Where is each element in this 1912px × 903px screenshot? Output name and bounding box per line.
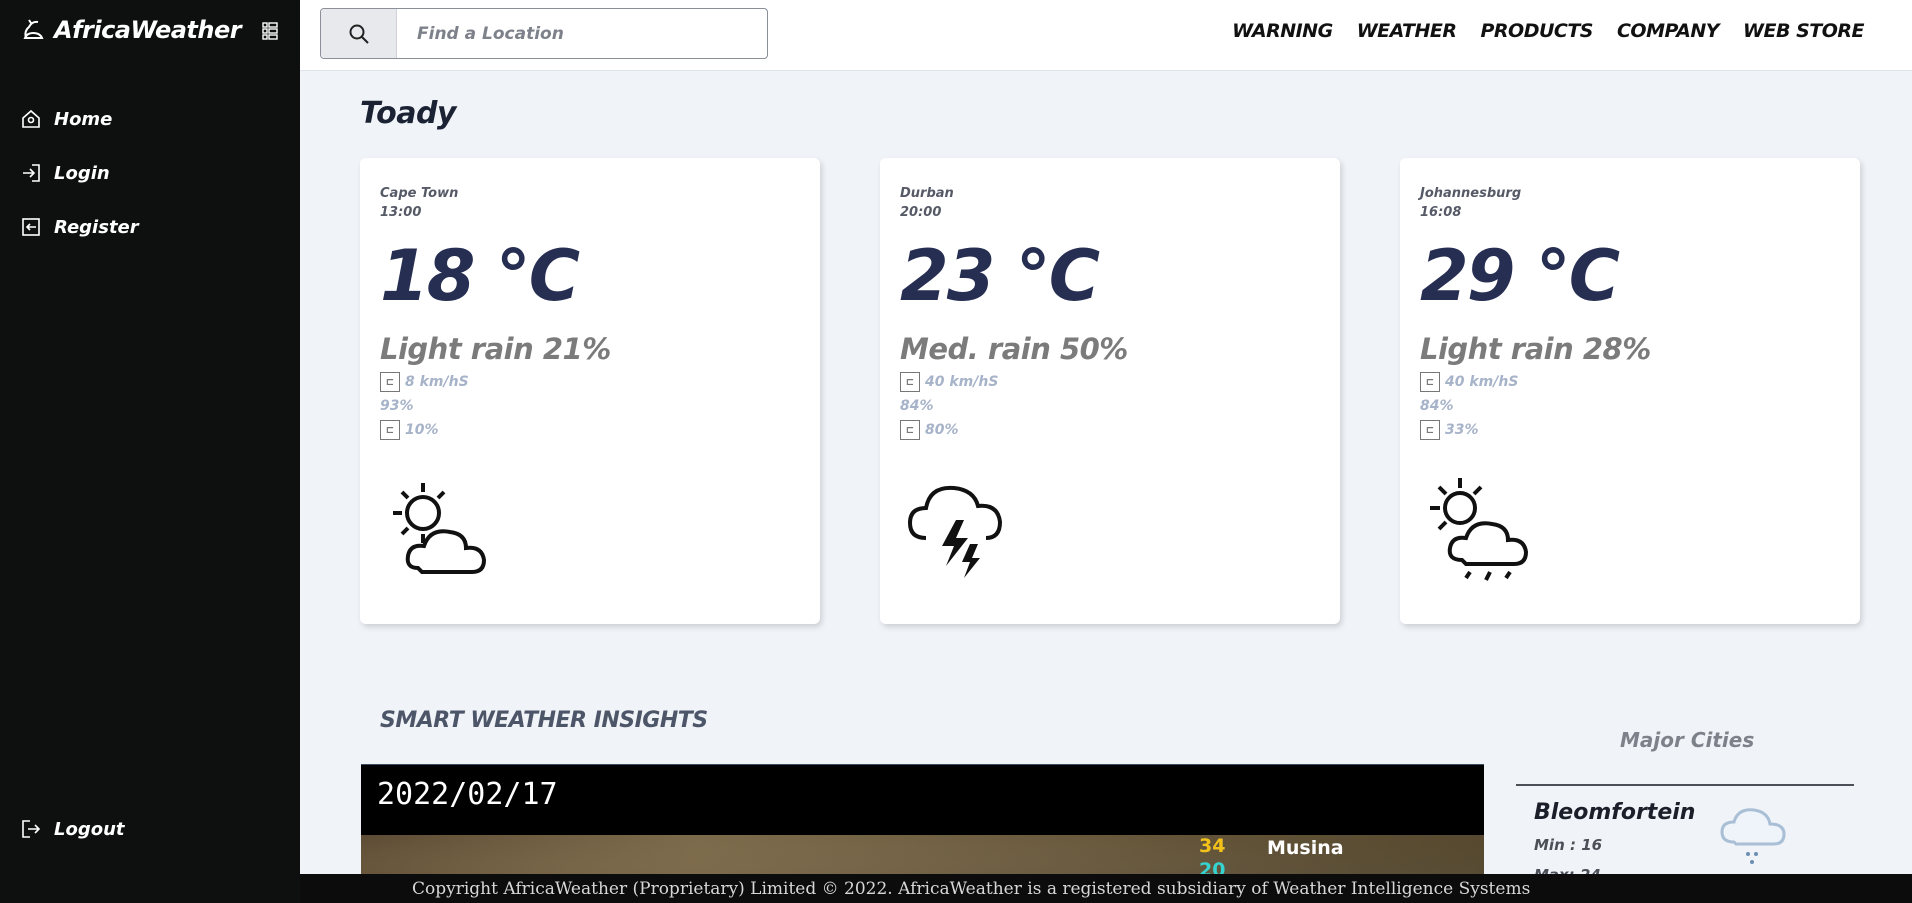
logout-icon (22, 820, 41, 838)
card-city: Cape Town (380, 186, 459, 201)
sidebar-nav: Home Login Register (20, 92, 139, 254)
major-city-name[interactable]: Bleomfortein (1534, 800, 1695, 825)
card-wind-value: 8 km/hS (405, 374, 469, 390)
card-wind: ⊏ 40 km/hS (900, 372, 1320, 392)
wind-icon: ⊏ (380, 372, 400, 392)
top-header: WARNING WEATHER PRODUCTS COMPANY WEB STO… (300, 0, 1912, 71)
search-box (320, 8, 768, 59)
card-wind: ⊏ 8 km/hS (380, 372, 800, 392)
major-city-min: Min : 16 (1534, 836, 1603, 854)
weather-card[interactable]: Durban 20:00 23 °C Med. rain 50% ⊏ 40 km… (880, 158, 1340, 624)
card-humidity: 84% (1420, 398, 1840, 414)
card-city: Durban (900, 186, 954, 201)
card-time: 20:00 (900, 205, 942, 220)
card-precip-value: 80% (925, 422, 959, 438)
sidebar: AfricaWeather Home Login Register Logout (0, 0, 300, 903)
map-place-label: Musina (1267, 837, 1344, 859)
card-city: Johannesburg (1420, 186, 1522, 201)
card-humidity: 93% (380, 398, 800, 414)
top-nav: WARNING WEATHER PRODUCTS COMPANY WEB STO… (1232, 20, 1864, 42)
search-button[interactable] (321, 9, 397, 58)
map-date: 2022/02/17 (377, 777, 558, 812)
footer: Copyright AfricaWeather (Proprietary) Li… (300, 874, 1912, 903)
insights-title: SMART WEATHER INSIGHTS (380, 708, 708, 733)
card-wind-value: 40 km/hS (925, 374, 999, 390)
register-icon (22, 218, 40, 236)
card-precip: ⊏ 80% (900, 420, 1320, 440)
brand-name: AfricaWeather (54, 16, 242, 44)
nav-products[interactable]: PRODUCTS (1480, 20, 1593, 42)
card-time: 16:08 (1420, 205, 1462, 220)
precip-icon: ⊏ (380, 420, 400, 440)
today-title: Toady (360, 96, 456, 131)
nav-web-store[interactable]: WEB STORE (1743, 20, 1864, 42)
precip-icon: ⊏ (1420, 420, 1440, 440)
brand[interactable]: AfricaWeather (20, 16, 242, 44)
search-input[interactable] (397, 9, 767, 58)
card-temperature: 18 °C (380, 235, 580, 317)
card-humidity-value: 84% (1420, 398, 1454, 414)
thunderstorm-cloud-icon (907, 485, 1003, 578)
sidebar-item-label: Register (54, 216, 139, 238)
nav-weather[interactable]: WEATHER (1357, 20, 1457, 42)
nav-warning[interactable]: WARNING (1232, 20, 1333, 42)
precip-icon: ⊏ (900, 420, 920, 440)
card-description: Light rain 28% (1420, 332, 1651, 366)
card-humidity-value: 93% (380, 398, 414, 414)
sidebar-item-home[interactable]: Home (20, 92, 139, 146)
logout-button[interactable]: Logout (20, 818, 125, 840)
card-precip-value: 33% (1445, 422, 1479, 438)
major-cities-title: Major Cities (1620, 728, 1755, 752)
brand-logo-icon (23, 19, 44, 39)
card-humidity: 84% (900, 398, 1320, 414)
logout-label: Logout (54, 818, 125, 840)
card-description: Light rain 21% (380, 332, 611, 366)
grid-menu-icon[interactable] (262, 22, 278, 40)
home-icon (22, 109, 40, 128)
partly-cloudy-sun-icon (393, 483, 487, 574)
sidebar-item-label: Home (54, 108, 113, 130)
map-high-temp: 34 (1199, 835, 1226, 857)
card-precip: ⊏ 10% (380, 420, 800, 440)
card-temperature: 29 °C (1420, 235, 1620, 317)
wind-icon: ⊏ (1420, 372, 1440, 392)
sidebar-item-login[interactable]: Login (20, 146, 139, 200)
sun-cloud-rain-icon (1430, 478, 1529, 581)
weather-card[interactable]: Johannesburg 16:08 29 °C Light rain 28% … (1400, 158, 1860, 624)
card-wind-value: 40 km/hS (1445, 374, 1519, 390)
sidebar-item-label: Login (54, 162, 110, 184)
card-wind: ⊏ 40 km/hS (1420, 372, 1840, 392)
card-humidity-value: 84% (900, 398, 934, 414)
nav-company[interactable]: COMPANY (1617, 20, 1720, 42)
login-icon (23, 164, 40, 182)
weather-card[interactable]: Cape Town 13:00 18 °C Light rain 21% ⊏ 8… (360, 158, 820, 624)
footer-copyright: Copyright AfricaWeather (Proprietary) Li… (412, 878, 1531, 899)
wind-icon: ⊏ (900, 372, 920, 392)
card-precip-value: 10% (405, 422, 439, 438)
search-icon (349, 24, 369, 44)
divider (1516, 784, 1854, 786)
card-time: 13:00 (380, 205, 422, 220)
drizzle-cloud-icon (1720, 808, 1786, 864)
card-temperature: 23 °C (900, 235, 1100, 317)
sidebar-item-register[interactable]: Register (20, 200, 139, 254)
card-precip: ⊏ 33% (1420, 420, 1840, 440)
weather-cards: Cape Town 13:00 18 °C Light rain 21% ⊏ 8… (360, 158, 1860, 624)
card-description: Med. rain 50% (900, 332, 1128, 366)
